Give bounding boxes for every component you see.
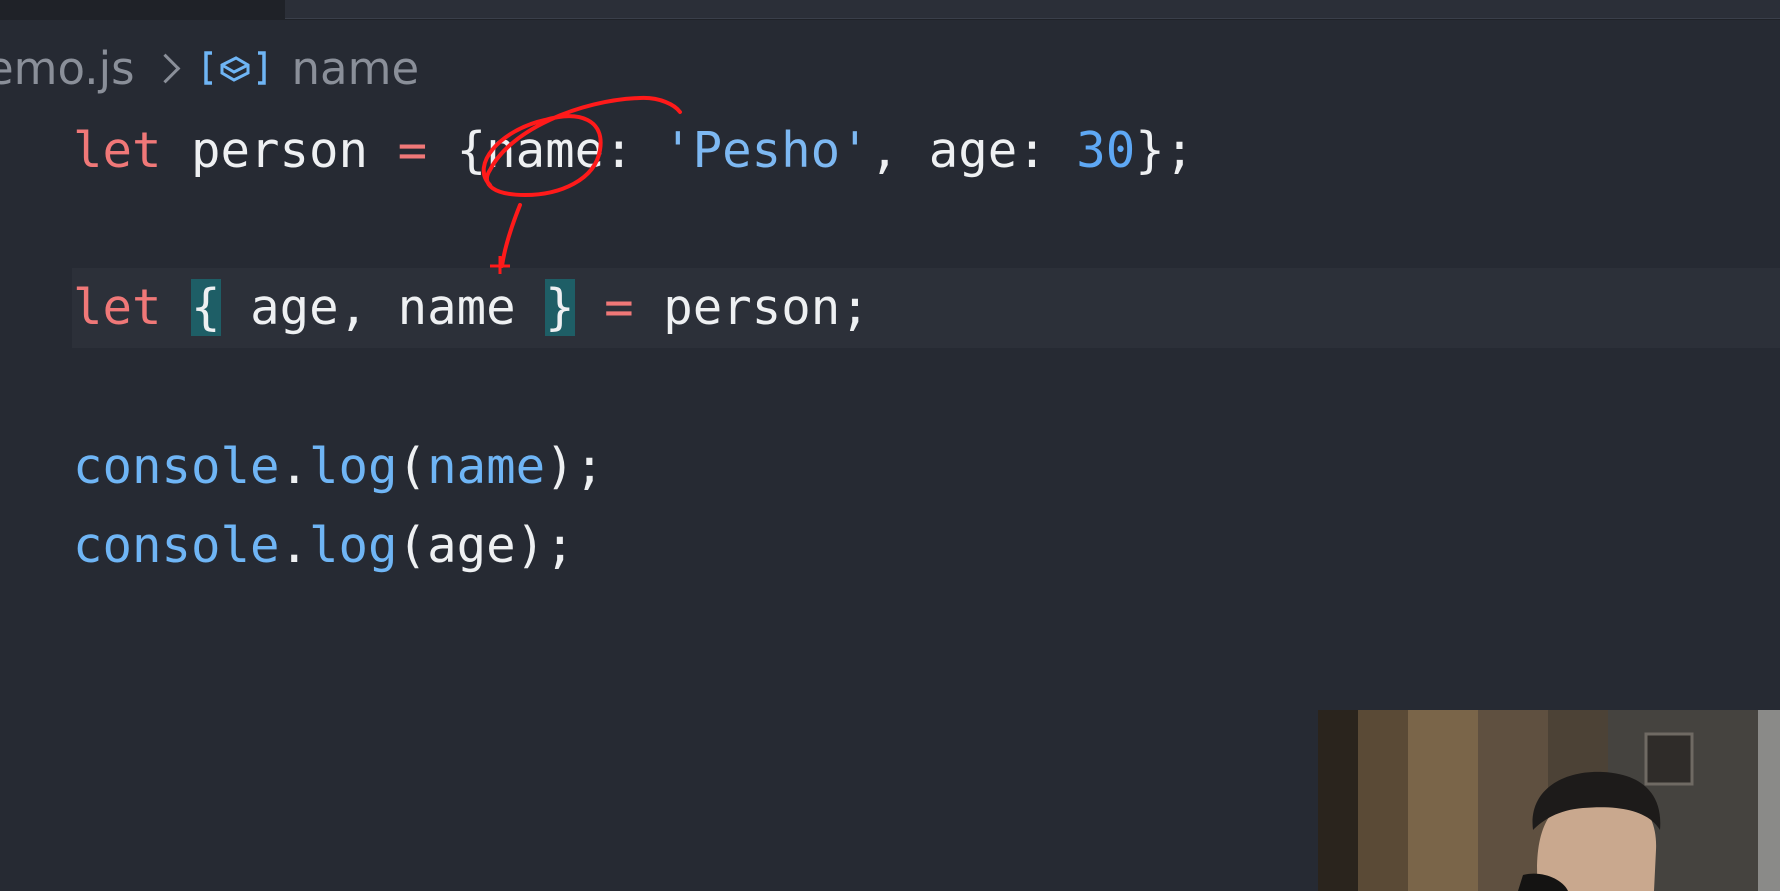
property: age <box>928 122 1018 179</box>
semicolon: ; <box>574 438 605 495</box>
string-literal: 'Pesho' <box>663 122 870 179</box>
code-editor[interactable]: let person = {name: 'Pesho', age: 30}; l… <box>73 0 1573 574</box>
argument: name <box>427 438 546 495</box>
identifier: person <box>191 122 369 179</box>
comma: , <box>338 279 369 336</box>
paren-open: ( <box>397 438 428 495</box>
code-line-3: console.log(name); <box>73 432 604 502</box>
property: name <box>486 122 605 179</box>
number-literal: 30 <box>1076 122 1136 179</box>
colon: : <box>604 122 634 179</box>
operator: = <box>397 122 428 179</box>
identifier: console <box>73 517 280 574</box>
brace-close: } <box>1135 122 1165 179</box>
dot: . <box>279 438 310 495</box>
code-line-4: console.log(age); <box>73 511 575 581</box>
identifier: person <box>663 279 841 336</box>
code-line-1: let person = {name: 'Pesho', age: 30}; <box>73 116 1194 186</box>
keyword: let <box>73 279 162 336</box>
method: log <box>309 438 398 495</box>
matched-brace-close: } <box>545 279 575 336</box>
identifier: name <box>397 279 516 336</box>
operator: = <box>604 279 634 336</box>
matched-brace-open: { <box>191 279 221 336</box>
comma: , <box>869 122 900 179</box>
dot: . <box>279 517 310 574</box>
code-line-2: let { age, name } = person; <box>73 273 870 343</box>
semicolon: ; <box>1164 122 1195 179</box>
brace-open: { <box>456 122 487 179</box>
identifier: age <box>250 279 339 336</box>
paren-close: ) <box>545 438 575 495</box>
paren-open: ( <box>397 517 428 574</box>
webcam-image <box>1318 710 1780 891</box>
colon: : <box>1017 122 1047 179</box>
webcam-overlay <box>1318 710 1780 891</box>
semicolon: ; <box>545 517 575 574</box>
method: log <box>309 517 398 574</box>
identifier: console <box>73 438 280 495</box>
argument: age <box>427 517 516 574</box>
keyword: let <box>73 122 162 179</box>
semicolon: ; <box>840 279 870 336</box>
paren-close: ) <box>515 517 546 574</box>
